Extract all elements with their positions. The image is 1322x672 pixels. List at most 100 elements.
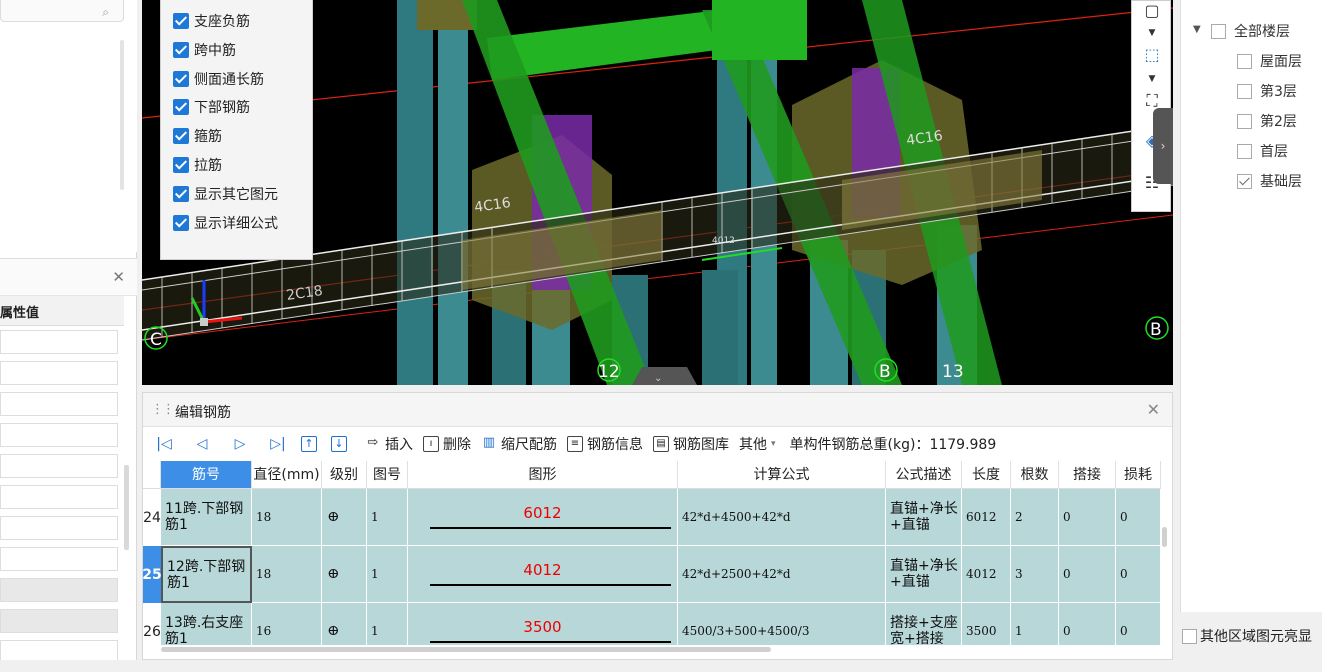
checkbox-icon[interactable] <box>1211 23 1226 39</box>
checkbox-icon[interactable] <box>173 71 189 87</box>
option-detail-formula[interactable]: 显示详细公式 <box>173 212 278 234</box>
option-show-other[interactable]: 显示其它图元 <box>173 183 278 205</box>
rebar-library-button[interactable]: ▤ 钢筋图库 <box>653 434 729 454</box>
row-number[interactable]: 24 <box>143 489 161 546</box>
tree-item-all-floors[interactable]: 全部楼层 <box>1211 20 1290 42</box>
rebar-name-cell[interactable]: 11跨.下部钢筋1 <box>161 489 252 546</box>
option-mid-span[interactable]: 跨中筋 <box>173 39 236 61</box>
property-group-row[interactable] <box>0 578 118 602</box>
search-icon[interactable]: ⌕ <box>102 5 109 20</box>
checkbox-icon[interactable] <box>173 128 189 144</box>
scale-rebar-button[interactable]: ▥ 缩尺配筋 <box>481 434 557 454</box>
table-row[interactable]: 25 12跨.下部钢筋1 18 ⴲ 1 4012 42*d+2500+42*d … <box>142 546 1161 603</box>
formula-cell[interactable]: 42*d+4500+42*d <box>678 489 886 546</box>
option-bottom-rebar[interactable]: 下部钢筋 <box>173 96 250 118</box>
checkbox-icon[interactable] <box>173 157 189 173</box>
tree-item-floor[interactable]: 屋面层 <box>1237 50 1302 72</box>
tree-item-floor[interactable]: 基础层 <box>1237 170 1302 192</box>
collapse-panel-tab[interactable] <box>632 367 697 385</box>
last-record-icon[interactable]: ▷| <box>269 435 287 453</box>
move-up-icon[interactable]: ↑ <box>301 436 317 452</box>
diameter-cell[interactable]: 18 <box>252 489 322 546</box>
column-header[interactable]: 长度 <box>962 461 1011 489</box>
properties-scrollbar[interactable] <box>124 465 129 550</box>
checkbox-icon[interactable] <box>1237 53 1252 69</box>
count-cell[interactable]: 3 <box>1011 546 1059 603</box>
prev-record-icon[interactable]: ◁ <box>193 435 211 453</box>
row-number[interactable]: 25 <box>142 546 162 603</box>
length-cell[interactable]: 4012 <box>962 546 1011 603</box>
option-side-long[interactable]: 侧面通长筋 <box>173 68 264 90</box>
checkbox-icon[interactable] <box>1182 628 1197 644</box>
grade-cell[interactable]: ⴲ <box>322 603 367 645</box>
grade-cell[interactable]: ⴲ <box>322 489 367 546</box>
property-value-field[interactable] <box>0 330 118 354</box>
first-record-icon[interactable]: |◁ <box>155 435 173 453</box>
close-icon[interactable]: ✕ <box>1147 400 1160 419</box>
column-header[interactable]: 图号 <box>367 461 408 489</box>
property-value-field[interactable] <box>0 392 118 416</box>
figure-number-cell[interactable]: 1 <box>367 546 408 603</box>
property-value-field[interactable] <box>0 516 118 540</box>
loss-cell[interactable]: 0 <box>1116 489 1161 546</box>
column-header[interactable]: 图形 <box>408 461 678 489</box>
checkbox-icon[interactable] <box>173 99 189 115</box>
table-row[interactable]: 26 13跨.右支座筋1 16 ⴲ 1 3500 4500/3+500+4500… <box>143 603 1161 645</box>
chevron-down-icon[interactable]: ▼ <box>1142 23 1162 43</box>
column-header[interactable]: 计算公式 <box>678 461 886 489</box>
formula-desc-cell[interactable]: 搭接+支座宽+搭接 <box>886 603 962 645</box>
property-value-field[interactable] <box>0 485 118 509</box>
option-stirrup[interactable]: 箍筋 <box>173 125 222 147</box>
delete-button[interactable]: ı 删除 <box>423 434 471 454</box>
checkbox-icon[interactable] <box>173 186 189 202</box>
vertical-scrollbar[interactable] <box>1162 527 1167 547</box>
property-value-field[interactable] <box>0 454 118 478</box>
shape-cell[interactable]: 4012 <box>408 546 678 603</box>
column-header[interactable]: 直径(mm) <box>252 461 322 489</box>
formula-desc-cell[interactable]: 直锚+净长+直锚 <box>886 489 962 546</box>
tree-item-floor[interactable]: 第3层 <box>1237 80 1297 102</box>
side-collapse-tab[interactable]: › <box>1153 108 1173 184</box>
property-value-field[interactable] <box>0 361 118 385</box>
figure-number-cell[interactable]: 1 <box>367 603 408 645</box>
table-row[interactable]: 24 11跨.下部钢筋1 18 ⴲ 1 6012 42*d+4500+42*d … <box>143 489 1161 546</box>
rebar-info-button[interactable]: ≡ 钢筋信息 <box>567 434 643 454</box>
figure-number-cell[interactable]: 1 <box>367 489 408 546</box>
column-header[interactable]: 公式描述 <box>886 461 962 489</box>
column-header[interactable]: 损耗 <box>1116 461 1161 489</box>
shape-cell[interactable]: 6012 <box>408 489 678 546</box>
column-header[interactable]: 级别 <box>322 461 367 489</box>
next-record-icon[interactable]: ▷ <box>231 435 249 453</box>
length-cell[interactable]: 3500 <box>962 603 1011 645</box>
checkbox-icon[interactable] <box>1237 143 1252 159</box>
cube-icon[interactable]: ⬚ <box>1142 45 1162 65</box>
lap-cell[interactable]: 0 <box>1059 546 1116 603</box>
lap-cell[interactable]: 0 <box>1059 603 1116 645</box>
panel-title-bar[interactable]: ⋮⋮ 编辑钢筋 ✕ <box>143 393 1172 427</box>
loss-cell[interactable]: 0 <box>1116 603 1161 645</box>
checkbox-icon[interactable] <box>173 42 189 58</box>
checkbox-icon[interactable] <box>1237 113 1252 129</box>
tree-item-floor[interactable]: 首层 <box>1237 140 1288 162</box>
list-scrollbar[interactable] <box>120 40 124 190</box>
column-header[interactable]: 筋号 <box>161 461 252 489</box>
horizontal-scrollbar[interactable] <box>161 647 771 652</box>
diameter-cell[interactable]: 18 <box>252 546 322 603</box>
property-group-row[interactable] <box>0 609 118 633</box>
expand-arrow-icon[interactable]: ▼ <box>1193 24 1201 35</box>
close-icon[interactable]: ✕ <box>112 268 125 286</box>
checkbox-icon[interactable] <box>173 13 189 29</box>
formula-cell[interactable]: 4500/3+500+4500/3 <box>678 603 886 645</box>
option-support-negative[interactable]: 支座负筋 <box>173 10 250 32</box>
chevron-down-icon[interactable]: ▼ <box>1142 69 1162 89</box>
row-number[interactable]: 26 <box>143 603 161 645</box>
checkbox-icon[interactable] <box>173 215 189 231</box>
property-value-field[interactable] <box>0 423 118 447</box>
tree-item-floor[interactable]: 第2层 <box>1237 110 1297 132</box>
move-down-icon[interactable]: ↓ <box>331 436 347 452</box>
option-tie[interactable]: 拉筋 <box>173 154 222 176</box>
rebar-name-cell[interactable]: 12跨.下部钢筋1 <box>161 546 252 603</box>
drag-handle-icon[interactable]: ⋮⋮ <box>151 402 175 417</box>
formula-cell[interactable]: 42*d+2500+42*d <box>678 546 886 603</box>
other-menu-button[interactable]: 其他 ▾ <box>739 434 776 454</box>
